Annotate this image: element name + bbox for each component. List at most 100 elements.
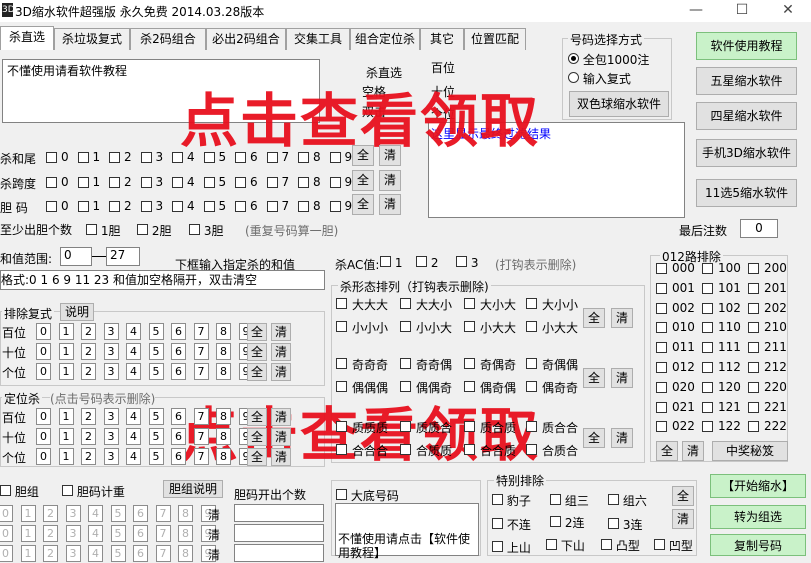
paichu-2-num-5[interactable]: 5 (148, 363, 164, 380)
road-cb-7[interactable] (702, 302, 713, 314)
dingwei-0-clear[interactable]: 清 (271, 408, 291, 426)
bottom-2-num-8[interactable]: 8 (178, 545, 193, 562)
shape-row4-cb-2[interactable] (464, 381, 475, 392)
dingwei-0-num-6[interactable]: 6 (171, 408, 186, 425)
mobile-3d-button[interactable]: 手机3D缩水软件 (696, 139, 797, 167)
road-cb-25[interactable] (702, 421, 713, 433)
bottom-0-num-0[interactable]: 0 (0, 505, 13, 522)
road-all-button[interactable]: 全 (656, 441, 678, 461)
road-cb-11[interactable] (748, 322, 759, 334)
dingwei-2-num-3[interactable]: 3 (103, 448, 119, 465)
paichu-2-num-2[interactable]: 2 (81, 363, 96, 380)
kill-row-1-cb-7[interactable] (266, 177, 278, 188)
shape-row5-cb-2[interactable] (464, 421, 475, 432)
bottom-2-num-7[interactable]: 7 (155, 545, 171, 562)
sum-from-input[interactable]: 0 (60, 247, 92, 266)
dingwei-0-num-0[interactable]: 0 (36, 408, 51, 425)
bottom-1-num-4[interactable]: 4 (88, 525, 103, 542)
shape-row3-cb-1[interactable] (400, 358, 411, 369)
bottom-1-num-6[interactable]: 6 (133, 525, 148, 542)
paichu-1-num-2[interactable]: 2 (81, 343, 96, 360)
kill-row-0-cb-6[interactable] (235, 152, 246, 163)
dan-2-checkbox[interactable]: 2胆 (137, 222, 171, 239)
road-cb-9[interactable] (656, 322, 667, 334)
bottom-1-num-5[interactable]: 5 (110, 525, 126, 542)
dingwei-0-all[interactable]: 全 (247, 408, 267, 426)
road-cb-12[interactable] (656, 342, 667, 354)
kill-row-2-cb-8[interactable] (298, 201, 309, 212)
kill-row-2-cb-7[interactable] (266, 201, 278, 212)
dingwei-1-clear[interactable]: 清 (271, 428, 291, 446)
kill-row-2-cb-3[interactable] (140, 201, 152, 212)
dingwei-0-num-3[interactable]: 3 (103, 408, 119, 425)
paichu-2-num-0[interactable]: 0 (36, 363, 51, 380)
minimize-button[interactable]: — (673, 0, 719, 22)
road-cb-4[interactable] (702, 282, 713, 294)
bottom-1-num-0[interactable]: 0 (0, 525, 13, 542)
sp-3lian[interactable]: 3连 (608, 516, 642, 533)
kill-row-1-cb-4[interactable] (172, 177, 183, 188)
dingwei-2-num-4[interactable]: 4 (126, 448, 141, 465)
road-cb-13[interactable] (702, 342, 713, 354)
kill-row-1-clear[interactable]: 清 (379, 170, 401, 191)
bottom-0-clear[interactable]: 清 (208, 506, 220, 523)
paichu-0-num-5[interactable]: 5 (148, 323, 164, 340)
tab-sha-zhixuan[interactable]: 杀直选 (0, 26, 54, 50)
kill-row-1-cb-1[interactable] (77, 177, 89, 188)
paichu-2-num-6[interactable]: 6 (171, 363, 186, 380)
kill-row-0-cb-2[interactable] (109, 152, 120, 163)
tab-zuhe-dingwei[interactable]: 组合定位杀 (350, 28, 420, 50)
paichu-1-num-0[interactable]: 0 (36, 343, 51, 360)
shape-row3-cb-0[interactable] (336, 358, 347, 369)
shape-row1-cb-2[interactable] (464, 298, 475, 309)
kill-row-2-cb-4[interactable] (172, 201, 183, 212)
bottom-1-num-2[interactable]: 2 (43, 525, 58, 542)
kill-row-2-cb-0[interactable] (46, 201, 57, 212)
kill-row-0-cb-8[interactable] (298, 152, 309, 163)
dingwei-1-num-1[interactable]: 1 (58, 428, 74, 445)
kill-row-2-cb-9[interactable] (329, 201, 341, 212)
paichu-0-clear[interactable]: 清 (271, 323, 291, 341)
dingwei-2-num-1[interactable]: 1 (58, 448, 74, 465)
road-cb-17[interactable] (748, 362, 759, 373)
dingwei-2-clear[interactable]: 清 (271, 448, 291, 466)
kill-row-1-cb-0[interactable] (46, 177, 57, 188)
sp-shangshan[interactable]: 上山 (492, 539, 531, 556)
paichu-1-num-6[interactable]: 6 (171, 343, 186, 360)
shape-clear-2[interactable]: 清 (611, 428, 633, 448)
sixing-button[interactable]: 四星缩水软件 (696, 102, 797, 130)
prize-secret-button[interactable]: 中奖秘笈 (712, 441, 788, 461)
road-cb-6[interactable] (656, 302, 667, 314)
bottom-2-num-5[interactable]: 5 (110, 545, 126, 562)
road-cb-2[interactable] (748, 263, 759, 274)
road-cb-16[interactable] (702, 362, 713, 373)
road-cb-5[interactable] (748, 282, 759, 294)
paichu-2-clear[interactable]: 清 (271, 363, 291, 381)
kill-row-0-cb-5[interactable] (203, 152, 215, 163)
dingwei-2-num-8[interactable]: 8 (216, 448, 231, 465)
dingwei-0-num-8[interactable]: 8 (216, 408, 231, 425)
road-cb-26[interactable] (748, 421, 759, 433)
road-cb-21[interactable] (656, 401, 667, 413)
kill-row-2-all[interactable]: 全 (352, 194, 374, 215)
paichu-1-clear[interactable]: 清 (271, 343, 291, 361)
paichu-1-num-7[interactable]: 7 (193, 343, 209, 360)
sp-clear-button[interactable]: 清 (672, 509, 694, 529)
paichu-1-num-1[interactable]: 1 (58, 343, 74, 360)
tutorial-button[interactable]: 软件使用教程 (696, 32, 797, 60)
paichu-explain-button[interactable]: 说明 (60, 303, 94, 321)
bottom-0-num-8[interactable]: 8 (178, 505, 193, 522)
dingwei-0-num-5[interactable]: 5 (148, 408, 164, 425)
paichu-2-all[interactable]: 全 (247, 363, 267, 381)
kill-row-1-cb-2[interactable] (109, 177, 120, 188)
11xuan5-button[interactable]: 11选5缩水软件 (696, 179, 797, 207)
dingwei-1-num-4[interactable]: 4 (126, 428, 141, 445)
shape-clear-0[interactable]: 清 (611, 308, 633, 328)
wuxing-button[interactable]: 五星缩水软件 (696, 67, 797, 95)
ac-2-checkbox[interactable]: 2 (416, 256, 438, 270)
sum-format-input[interactable]: 格式:0 1 6 9 11 23 和值加空格隔开，双击清空 (0, 270, 325, 290)
shape-row2-cb-2[interactable] (464, 321, 475, 332)
road-cb-19[interactable] (702, 381, 713, 393)
road-clear-button[interactable]: 清 (682, 441, 704, 461)
shape-row4-cb-0[interactable] (336, 381, 347, 392)
